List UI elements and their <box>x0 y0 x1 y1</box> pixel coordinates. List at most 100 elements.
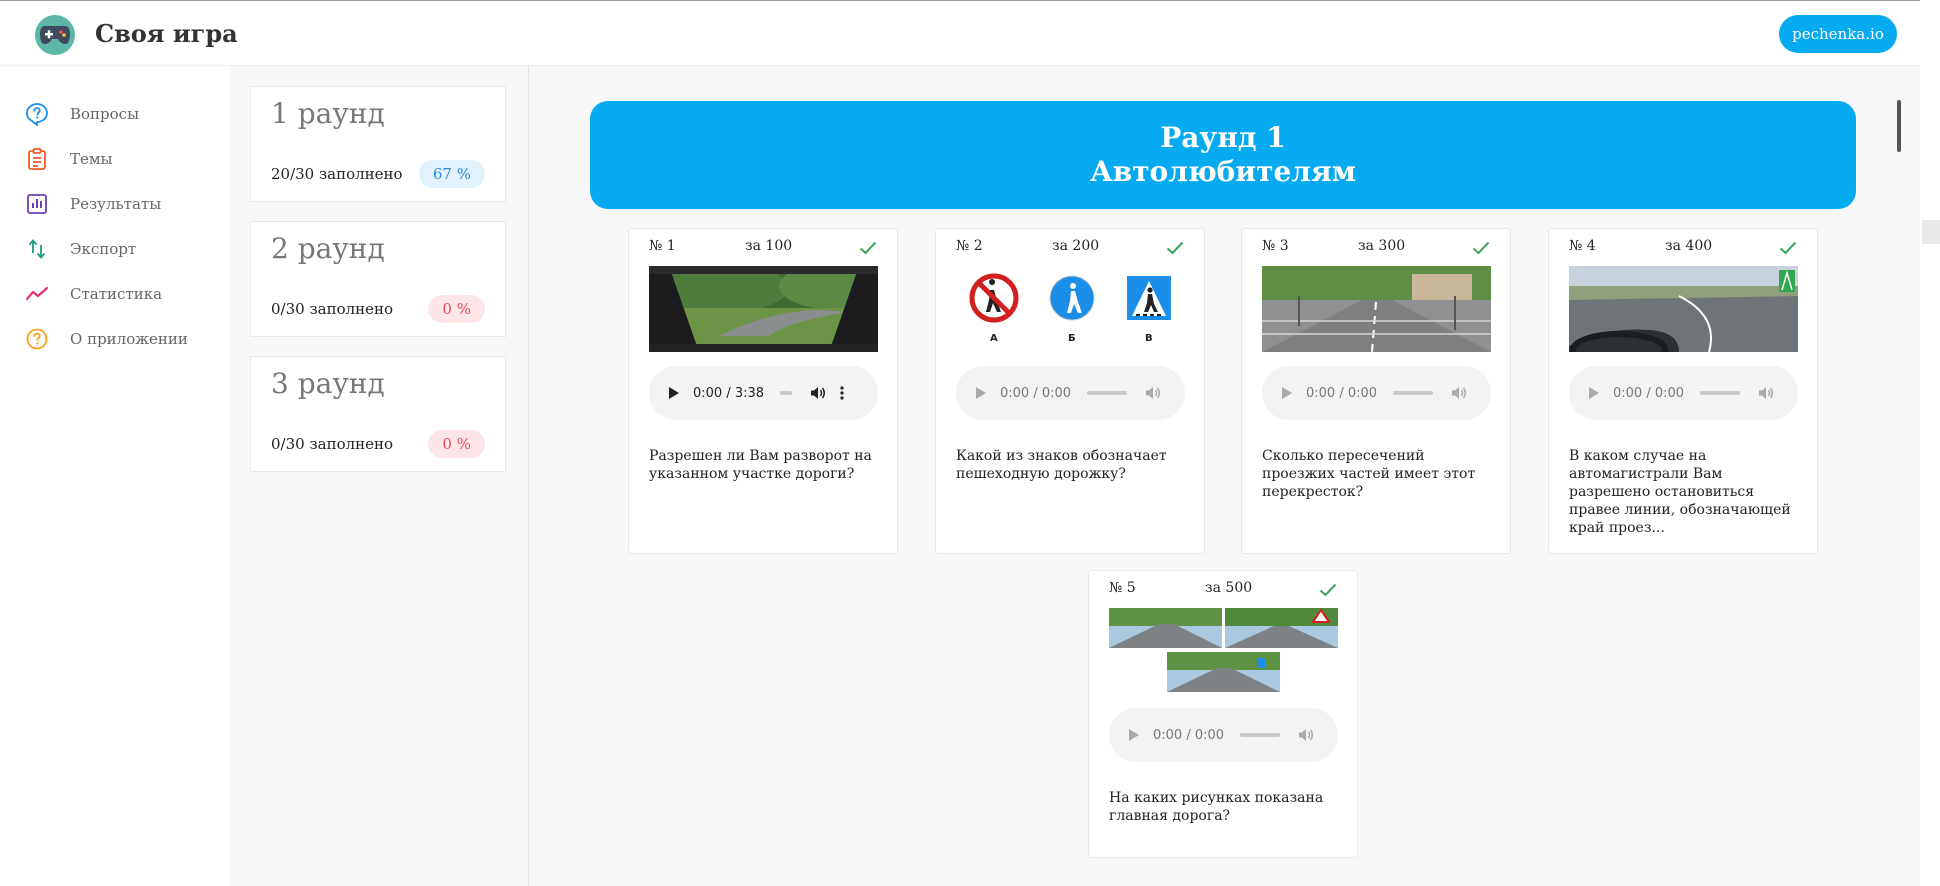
play-icon[interactable] <box>1589 387 1599 399</box>
audio-progress-slider[interactable] <box>780 391 793 395</box>
sidebar-item-label: Вопросы <box>70 105 140 123</box>
round-title: 2 раунд <box>271 232 385 265</box>
question-number: № 1 <box>649 238 676 254</box>
round-card-3[interactable]: 3 раунд 0/30 заполнено 0 % <box>250 356 506 472</box>
audio-progress-slider[interactable] <box>1240 733 1281 737</box>
question-text: Сколько пересечений проезжих частей имее… <box>1262 448 1476 500</box>
side-panel-tab[interactable] <box>1922 220 1940 244</box>
audio-progress-slider[interactable] <box>1087 391 1128 395</box>
question-number: № 4 <box>1569 238 1596 254</box>
question-text: Какой из знаков обозначает пешеходную до… <box>956 448 1167 482</box>
bar-chart-icon <box>27 194 47 214</box>
question-text: В каком случае на автомагистрали Вам раз… <box>1569 448 1791 536</box>
sidebar-item-label: Экспорт <box>70 240 137 258</box>
play-icon[interactable] <box>1129 729 1139 741</box>
gamepad-logo-icon[interactable] <box>35 15 75 55</box>
play-icon[interactable] <box>976 387 986 399</box>
sign-label-v: В <box>1145 333 1153 344</box>
round-percent-badge: 0 % <box>428 430 485 458</box>
round-fill-status: 0/30 заполнено <box>271 300 394 318</box>
check-icon <box>1472 241 1490 255</box>
question-price: за 100 <box>745 238 793 254</box>
sign-label-a: А <box>990 333 998 344</box>
sidebar-item-export[interactable]: Экспорт <box>25 236 136 262</box>
audio-time: 0:00 / 0:00 <box>1613 385 1685 401</box>
questions-board: Раунд 1 Автолюбителям № 1 за 100 0:00 / … <box>529 66 1920 886</box>
three-road-photos-image <box>1109 608 1338 694</box>
clipboard-icon <box>28 148 46 170</box>
sidebar-item-label: Темы <box>70 150 113 168</box>
question-text: Разрешен ли Вам разворот на указанном уч… <box>649 448 872 482</box>
check-icon <box>1166 241 1184 255</box>
driver-view-road-turn-image <box>649 266 878 352</box>
audio-player[interactable]: 0:00 / 0:00 <box>1262 366 1491 420</box>
question-number: № 3 <box>1262 238 1289 254</box>
question-price: за 200 <box>1052 238 1100 254</box>
audio-player[interactable]: 0:00 / 3:38 <box>649 366 878 420</box>
site-link-button[interactable]: pechenka.io <box>1779 15 1897 53</box>
round-banner: Раунд 1 Автолюбителям <box>590 101 1856 209</box>
question-card-3[interactable]: № 3 за 300 0:00 / 0:00 Сколько пересечен… <box>1241 228 1511 554</box>
round-banner-title: Раунд 1 <box>1160 121 1286 154</box>
question-card-5[interactable]: № 5 за 500 0:00 / 0:00 На каких рисунках… <box>1088 570 1358 858</box>
question-card-1[interactable]: № 1 за 100 0:00 / 3:38 Разрешен ли Вам р… <box>628 228 898 554</box>
question-number: № 2 <box>956 238 983 254</box>
sidebar-item-questions[interactable]: Вопросы <box>25 101 139 127</box>
question-price: за 300 <box>1358 238 1406 254</box>
sidebar-item-results[interactable]: Результаты <box>25 191 161 217</box>
question-card-2[interactable]: № 2 за 200 А Б В 0:00 / 0:00 Какой из зн… <box>935 228 1205 554</box>
intersection-image <box>1262 266 1491 352</box>
volume-icon[interactable] <box>810 386 826 400</box>
question-price: за 500 <box>1205 580 1253 596</box>
round-card-2[interactable]: 2 раунд 0/30 заполнено 0 % <box>250 221 506 337</box>
check-icon <box>859 241 877 255</box>
round-card-1[interactable]: 1 раунд 20/30 заполнено 67 % <box>250 86 506 202</box>
window-right-edge <box>1920 0 1940 886</box>
trend-line-icon <box>25 286 49 301</box>
sidebar-item-statistics[interactable]: Статистика <box>25 281 162 307</box>
question-circle-icon <box>26 103 48 126</box>
sidebar-item-about[interactable]: О приложении <box>25 326 188 352</box>
sidebar: Вопросы Темы Результаты Экспорт Статисти… <box>0 66 230 886</box>
volume-icon[interactable] <box>1758 386 1774 400</box>
three-road-signs-image: А Б В <box>956 266 1185 352</box>
app-title: Своя игра <box>95 19 238 48</box>
round-percent-badge: 0 % <box>428 295 485 323</box>
check-icon <box>1319 583 1337 597</box>
question-text: На каких рисунках показана главная дорог… <box>1109 790 1324 824</box>
round-fill-status: 20/30 заполнено <box>271 165 403 183</box>
sign-label-b: Б <box>1068 333 1076 344</box>
round-title: 1 раунд <box>271 97 385 130</box>
question-number: № 5 <box>1109 580 1136 596</box>
play-icon[interactable] <box>669 387 679 399</box>
question-card-4[interactable]: № 4 за 400 0:00 / 0:00 В каком случае на… <box>1548 228 1818 554</box>
audio-player[interactable]: 0:00 / 0:00 <box>1109 708 1338 762</box>
more-options-icon[interactable] <box>840 386 844 400</box>
audio-player[interactable]: 0:00 / 0:00 <box>956 366 1185 420</box>
round-percent-badge: 67 % <box>418 160 485 188</box>
volume-icon[interactable] <box>1298 728 1314 742</box>
question-price: за 400 <box>1665 238 1713 254</box>
audio-progress-slider[interactable] <box>1700 391 1741 395</box>
highway-image <box>1569 266 1798 352</box>
round-fill-status: 0/30 заполнено <box>271 435 394 453</box>
volume-icon[interactable] <box>1451 386 1467 400</box>
round-banner-topic: Автолюбителям <box>1089 155 1357 188</box>
audio-player[interactable]: 0:00 / 0:00 <box>1569 366 1798 420</box>
audio-time: 0:00 / 0:00 <box>1153 727 1225 743</box>
sidebar-item-label: Результаты <box>70 195 162 213</box>
audio-progress-slider[interactable] <box>1393 391 1434 395</box>
round-title: 3 раунд <box>271 367 385 400</box>
help-circle-icon <box>26 328 48 350</box>
sidebar-item-topics[interactable]: Темы <box>25 146 113 172</box>
audio-time: 0:00 / 0:00 <box>1000 385 1072 401</box>
content-scrollbar[interactable] <box>1897 100 1901 152</box>
check-icon <box>1779 241 1797 255</box>
volume-icon[interactable] <box>1145 386 1161 400</box>
rounds-panel: 1 раунд 20/30 заполнено 67 % 2 раунд 0/3… <box>230 66 529 886</box>
sidebar-item-label: О приложении <box>70 330 188 348</box>
sidebar-item-label: Статистика <box>70 285 163 303</box>
play-icon[interactable] <box>1282 387 1292 399</box>
audio-time: 0:00 / 0:00 <box>1306 385 1378 401</box>
app-header: Своя игра pechenka.io <box>0 1 1920 66</box>
